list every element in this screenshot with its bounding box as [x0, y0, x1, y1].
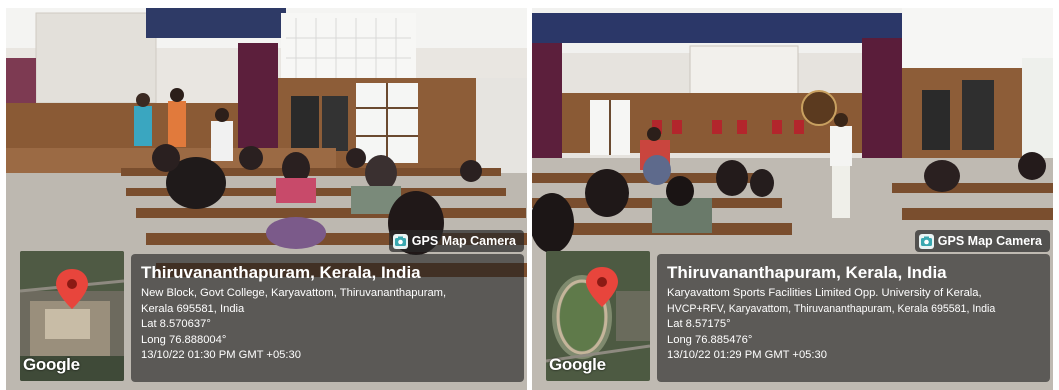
- google-logo: Google: [549, 355, 606, 374]
- gps-map-camera-icon: [918, 233, 934, 249]
- gps-map-camera-badge: GPS Map Camera: [914, 230, 1050, 252]
- timestamp: 13/10/22 01:29 PM GMT +05:30: [667, 349, 827, 361]
- location-map-thumbnail: Google: [20, 251, 124, 381]
- address-line-1: Karyavattom Sports Facilities Limited Op…: [667, 287, 982, 299]
- address-line-2: Kerala 695581, India: [141, 302, 245, 315]
- gps-badge-label: GPS Map Camera: [937, 234, 1042, 248]
- gps-map-camera-icon: [392, 233, 408, 249]
- latitude: Lat 8.570637°: [141, 318, 211, 330]
- longitude: Long 76.885476°: [667, 333, 753, 346]
- photo-left-classroom: Google GPS Map Camera Thiruvananthapuram…: [6, 8, 527, 390]
- latitude: Lat 8.57175°: [667, 318, 731, 330]
- address-line-1: New Block, Govt College, Karyavattom, Th…: [141, 287, 447, 299]
- gps-map-camera-badge: GPS Map Camera: [388, 230, 524, 252]
- longitude: Long 76.888004°: [141, 333, 227, 346]
- timestamp: 13/10/22 01:30 PM GMT +05:30: [141, 349, 301, 361]
- location-title: Thiruvananthapuram, Kerala, India: [667, 263, 947, 282]
- google-logo: Google: [23, 355, 80, 374]
- photo-right-classroom: Google GPS Map Camera Thiruvananthapuram…: [532, 8, 1053, 390]
- gps-badge-label: GPS Map Camera: [411, 234, 516, 248]
- location-map-thumbnail: Google: [546, 251, 650, 381]
- location-info-card: Thiruvananthapuram, Kerala, India New Bl…: [131, 254, 524, 382]
- address-line-2: HVCP+RFV, Karyavattom, Thiruvananthapura…: [667, 302, 996, 315]
- location-info-card: Thiruvananthapuram, Kerala, India Karyav…: [657, 254, 1050, 382]
- location-title: Thiruvananthapuram, Kerala, India: [141, 263, 421, 282]
